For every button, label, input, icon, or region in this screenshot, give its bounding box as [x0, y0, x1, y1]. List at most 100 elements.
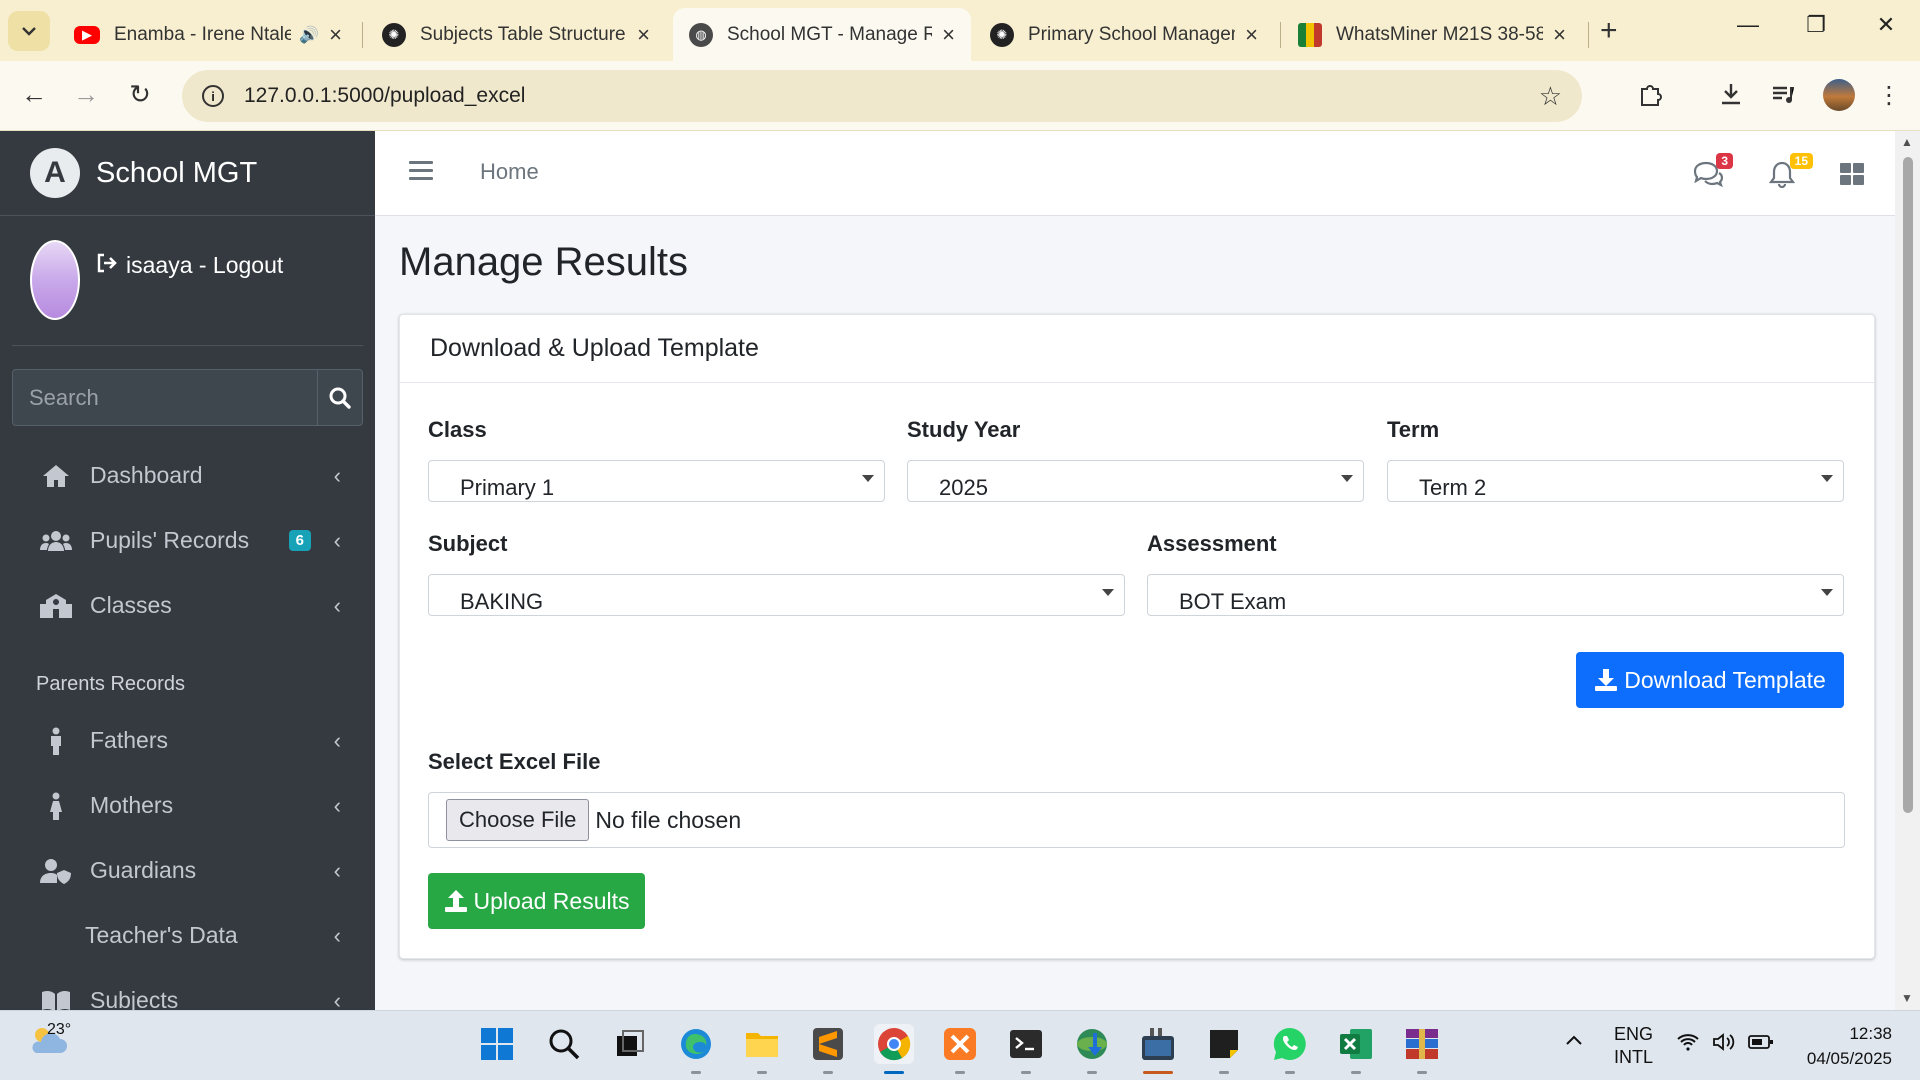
tab-title: WhatsMiner M21S 38-58 — [1336, 23, 1544, 45]
running-indicator — [691, 1071, 701, 1074]
battery-icon[interactable] — [1748, 1034, 1774, 1055]
sidebar-item-guardians[interactable]: Guardians ‹ — [0, 838, 375, 903]
sidebar-item-label: Fathers — [90, 727, 168, 753]
close-icon[interactable]: × — [1553, 22, 1566, 48]
excel-icon[interactable] — [1336, 1024, 1376, 1074]
wifi-icon[interactable] — [1676, 1033, 1700, 1056]
excel-file-input[interactable]: Choose File No file chosen — [428, 792, 1845, 848]
profile-avatar[interactable] — [1823, 79, 1855, 111]
browser-tab-4[interactable]: WhatsMiner M21S 38-58 × — [1282, 8, 1582, 61]
term-label: Term — [1387, 417, 1440, 442]
close-icon[interactable]: × — [329, 22, 342, 48]
assessment-select-value: BOT Exam — [1179, 589, 1287, 614]
back-button[interactable]: ← — [16, 79, 52, 110]
sidebar-item-label: Teacher's Data — [85, 922, 238, 948]
study-year-select[interactable]: 2025 — [907, 460, 1364, 502]
file-explorer-icon[interactable] — [742, 1024, 782, 1074]
sticky-notes-icon[interactable] — [1204, 1024, 1244, 1074]
restore-button[interactable]: ❐ — [1796, 12, 1836, 38]
sidebar-item-pupils-records[interactable]: Pupils' Records 6 ‹ — [0, 508, 375, 573]
media-player-icon[interactable] — [1138, 1024, 1178, 1074]
messages-icon[interactable]: 3 — [1691, 153, 1733, 191]
sidebar-search-input[interactable] — [13, 370, 317, 425]
edge-browser-icon[interactable] — [676, 1024, 716, 1074]
close-icon[interactable]: × — [1245, 22, 1258, 48]
sidebar-item-fathers[interactable]: Fathers ‹ — [0, 708, 375, 773]
download-template-button[interactable]: Download Template — [1576, 652, 1844, 708]
bell-icon[interactable]: 15 — [1765, 153, 1813, 191]
forward-button[interactable]: → — [68, 79, 104, 110]
logout-link[interactable]: isaaya - Logout — [96, 252, 283, 279]
youtube-icon: ▶ — [74, 25, 100, 44]
task-view-icon[interactable] — [610, 1024, 650, 1064]
window-close-button[interactable]: ✕ — [1866, 12, 1906, 38]
assessment-select[interactable]: BOT Exam — [1147, 574, 1844, 616]
sidebar-item-teachers-data[interactable]: Teacher's Data ‹ — [0, 903, 375, 968]
download-icon[interactable] — [1714, 81, 1748, 114]
minimize-button[interactable]: — — [1728, 12, 1768, 38]
sidebar-search-button[interactable] — [317, 370, 362, 425]
chatgpt-icon: ✺ — [382, 22, 406, 47]
running-indicator — [757, 1071, 767, 1074]
whatsapp-icon[interactable] — [1270, 1024, 1310, 1074]
template-card: Download & Upload Template — [399, 314, 1875, 959]
sublime-text-icon[interactable] — [808, 1024, 848, 1074]
start-button[interactable] — [477, 1024, 517, 1064]
choose-file-button[interactable]: Choose File — [446, 799, 590, 841]
extensions-icon[interactable] — [1634, 81, 1668, 114]
term-select[interactable]: Term 2 — [1387, 460, 1844, 502]
home-link[interactable]: Home — [480, 159, 539, 185]
running-indicator — [1087, 1071, 1097, 1074]
system-clock[interactable]: 12:38 04/05/2025 — [1798, 1021, 1892, 1071]
close-icon[interactable]: × — [637, 22, 650, 48]
scrollbar-thumb[interactable] — [1903, 157, 1913, 813]
class-select-value: Primary 1 — [460, 475, 555, 500]
caret-down-icon — [862, 475, 874, 482]
terminal-icon[interactable] — [1006, 1024, 1046, 1074]
sidebar-item-dashboard[interactable]: Dashboard ‹ — [0, 443, 375, 508]
page-scrollbar[interactable]: ▲ ▼ — [1895, 131, 1920, 1010]
site-info-icon[interactable]: i — [202, 85, 224, 107]
caret-down-icon — [1821, 475, 1833, 482]
running-indicator — [1417, 1071, 1427, 1074]
new-tab-button[interactable]: + — [1600, 14, 1618, 48]
scroll-down-arrow-icon[interactable]: ▼ — [1901, 991, 1913, 1005]
tab-search-button[interactable] — [8, 11, 50, 51]
sidebar-item-mothers[interactable]: Mothers ‹ — [0, 773, 375, 838]
chrome-icon[interactable] — [874, 1024, 914, 1074]
brand-link[interactable]: A School MGT — [0, 131, 375, 216]
menu-kebab-icon[interactable]: ⋮ — [1872, 81, 1906, 110]
volume-icon[interactable] — [1712, 1032, 1736, 1057]
hamburger-menu-icon[interactable] — [409, 161, 433, 181]
running-indicator — [1285, 1071, 1295, 1074]
browser-tab-3[interactable]: ✺ Primary School Managem × — [974, 8, 1274, 61]
reload-button[interactable]: ↻ — [122, 79, 158, 110]
language-indicator[interactable]: ENG INTL — [1614, 1023, 1653, 1069]
browser-tab-0[interactable]: ▶ Enamba - Irene Ntale 🔊 × — [58, 8, 358, 61]
upload-results-button[interactable]: Upload Results — [428, 873, 645, 929]
scroll-up-arrow-icon[interactable]: ▲ — [1901, 135, 1913, 149]
class-select[interactable]: Primary 1 — [428, 460, 885, 502]
media-control-icon[interactable] — [1766, 81, 1800, 114]
study-year-select-value: 2025 — [939, 475, 988, 500]
keyboard-layout: INTL — [1614, 1047, 1654, 1067]
running-indicator — [1143, 1071, 1173, 1074]
sidebar-item-subjects[interactable]: Subjects ‹ — [0, 968, 375, 1010]
subject-select[interactable]: BAKING — [428, 574, 1125, 616]
xampp-icon[interactable] — [940, 1024, 980, 1074]
speaker-icon[interactable]: 🔊 — [299, 25, 319, 45]
show-hidden-icons-chevron-icon[interactable] — [1564, 1031, 1584, 1052]
grid-apps-icon[interactable] — [1835, 157, 1869, 191]
globe-icon: ◍ — [689, 22, 713, 47]
address-bar[interactable]: i 127.0.0.1:5000/pupload_excel ☆ — [182, 70, 1582, 122]
browser-tab-1[interactable]: ✺ Subjects Table Structure × — [366, 8, 666, 61]
browser-tab-2[interactable]: ◍ School MGT - Manage Re × — [673, 8, 971, 61]
winrar-icon[interactable] — [1402, 1024, 1442, 1074]
internet-download-manager-icon[interactable] — [1072, 1024, 1112, 1074]
brand-logo: A — [30, 148, 80, 198]
taskbar-search-icon[interactable] — [544, 1024, 584, 1064]
bookmark-star-icon[interactable]: ☆ — [1539, 81, 1562, 112]
close-icon[interactable]: × — [942, 22, 955, 48]
sidebar-item-label: Classes — [90, 592, 172, 618]
sidebar-item-classes[interactable]: Classes ‹ — [0, 573, 375, 638]
